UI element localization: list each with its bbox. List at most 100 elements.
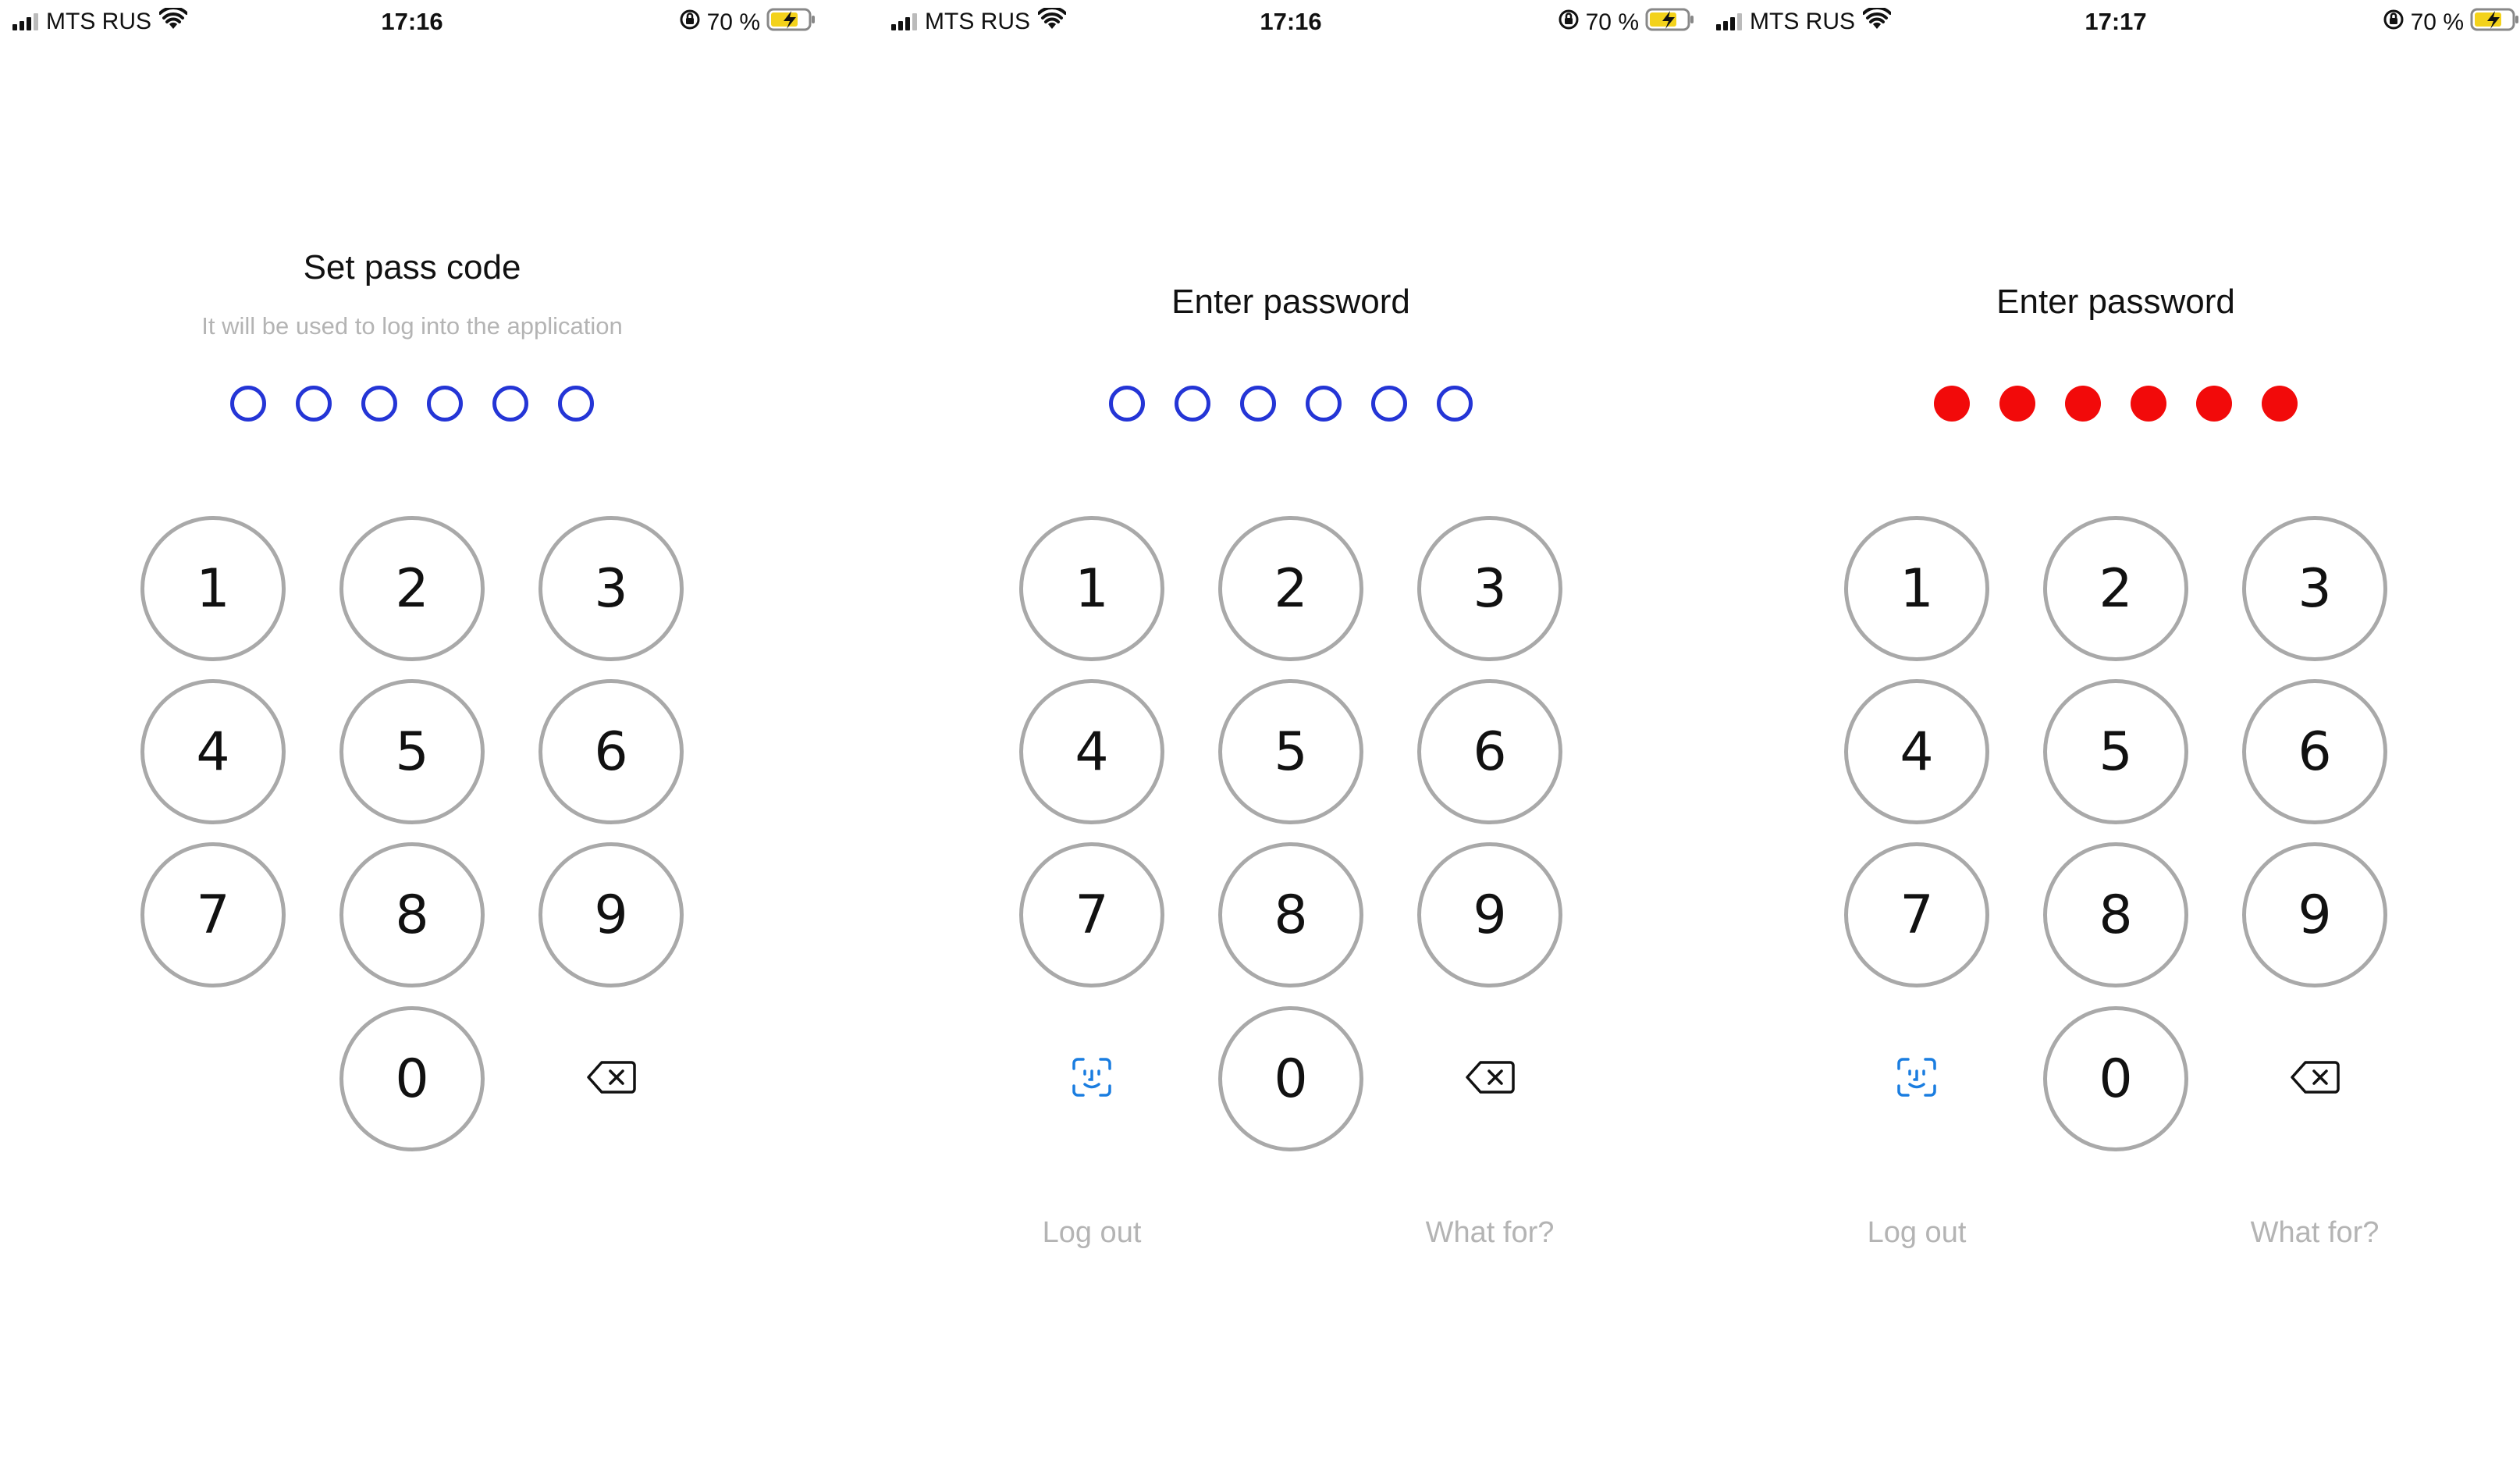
- keypad-key-3[interactable]: 3: [1417, 516, 1562, 661]
- passcode-dot: [1437, 386, 1473, 422]
- keypad-key-5[interactable]: 5: [1218, 679, 1363, 824]
- keypad-key-9[interactable]: 9: [1417, 842, 1562, 987]
- passcode-dot: [1240, 386, 1276, 422]
- passcode-dot: [427, 386, 463, 422]
- carrier-label: MTS RUS: [46, 9, 151, 34]
- keypad-key-3[interactable]: 3: [538, 516, 684, 661]
- status-bar: MTS RUS 17:16 70 %: [0, 5, 840, 39]
- wifi-icon: [1037, 5, 1067, 36]
- carrier-label: MTS RUS: [925, 9, 1030, 34]
- orientation-lock-icon: [1558, 9, 1580, 37]
- keypad-key-6[interactable]: 6: [538, 679, 684, 824]
- phone-screen: MTS RUS 17:17 70 % Enter password 1 2 3 4 5 6 7 8 9 0…: [1704, 0, 2520, 1466]
- keypad-key-2[interactable]: 2: [2043, 516, 2188, 661]
- keypad-key-9[interactable]: 9: [2242, 842, 2387, 987]
- passcode-dot: [230, 386, 266, 422]
- passcode-dots: [230, 386, 594, 422]
- orientation-lock-icon: [2383, 9, 2404, 37]
- passcode-dot: [2131, 386, 2166, 422]
- backspace-icon: [586, 1060, 636, 1098]
- keypad-key-0[interactable]: 0: [1218, 1006, 1363, 1151]
- battery-icon: [766, 8, 816, 37]
- keypad-key-6[interactable]: 6: [2242, 679, 2387, 824]
- keypad-key-2[interactable]: 2: [339, 516, 485, 661]
- passcode-dot: [361, 386, 397, 422]
- status-left: MTS RUS: [12, 5, 188, 36]
- keypad-key-5[interactable]: 5: [339, 679, 485, 824]
- battery-icon: [1645, 8, 1695, 37]
- keypad-key-6[interactable]: 6: [1417, 679, 1562, 824]
- passcode-dot: [1175, 386, 1210, 422]
- page-title: Enter password: [1996, 283, 2235, 321]
- status-time: 17:16: [1260, 8, 1322, 35]
- status-left: MTS RUS: [1716, 5, 1892, 36]
- orientation-lock-icon: [679, 9, 701, 37]
- delete-button[interactable]: [580, 1055, 642, 1102]
- passcode-dot: [1371, 386, 1407, 422]
- keypad-key-4[interactable]: 4: [140, 679, 286, 824]
- keypad-key-2[interactable]: 2: [1218, 516, 1363, 661]
- page-title: Enter password: [1171, 283, 1410, 321]
- page-subtitle: It will be used to log into the applicat…: [201, 312, 623, 340]
- status-bar: MTS RUS 17:17 70 %: [1704, 5, 2520, 39]
- status-right: 70 %: [679, 8, 816, 37]
- face-id-button[interactable]: [1061, 1055, 1123, 1102]
- passcode-dot: [2262, 386, 2298, 422]
- face-id-button[interactable]: [1886, 1055, 1948, 1102]
- signal-icon: [1716, 13, 1742, 30]
- keypad-key-0[interactable]: 0: [2043, 1006, 2188, 1151]
- keypad-key-1[interactable]: 1: [1019, 516, 1164, 661]
- delete-button[interactable]: [1459, 1055, 1521, 1102]
- status-right: 70 %: [2383, 8, 2520, 37]
- backspace-icon: [1465, 1060, 1515, 1098]
- passcode-dots: [1934, 386, 2298, 422]
- keypad-key-8[interactable]: 8: [2043, 842, 2188, 987]
- passcode-dot: [492, 386, 528, 422]
- logout-link[interactable]: Log out: [1868, 1216, 1967, 1250]
- phone-screen: MTS RUS 17:16 70 % Enter password 1 2 3 4 5 6 7 8 9 0…: [879, 0, 1719, 1466]
- status-bar: MTS RUS 17:16 70 %: [879, 5, 1719, 39]
- passcode-dot: [2065, 386, 2101, 422]
- keypad-key-7[interactable]: 7: [1844, 842, 1989, 987]
- battery-label: 70 %: [2410, 9, 2464, 35]
- keypad-key-0[interactable]: 0: [339, 1006, 485, 1151]
- passcode-dot: [296, 386, 332, 422]
- status-time: 17:17: [2085, 8, 2147, 35]
- backspace-icon: [2290, 1060, 2340, 1098]
- phone-screen: MTS RUS 17:16 70 % Set pass code It will be …: [0, 0, 840, 1466]
- passcode-dots: [1109, 386, 1473, 422]
- keypad-key-9[interactable]: 9: [538, 842, 684, 987]
- face-id-icon: [1896, 1057, 1937, 1101]
- page-title: Set pass code: [303, 248, 521, 286]
- battery-label: 70 %: [706, 9, 760, 35]
- keypad-key-7[interactable]: 7: [1019, 842, 1164, 987]
- wifi-icon: [1862, 5, 1892, 36]
- signal-icon: [12, 13, 38, 30]
- keypad-key-8[interactable]: 8: [1218, 842, 1363, 987]
- passcode-dot: [1306, 386, 1342, 422]
- keypad-key-1[interactable]: 1: [1844, 516, 1989, 661]
- keypad-key-1[interactable]: 1: [140, 516, 286, 661]
- delete-button[interactable]: [2284, 1055, 2346, 1102]
- keypad-key-7[interactable]: 7: [140, 842, 286, 987]
- keypad-key-4[interactable]: 4: [1844, 679, 1989, 824]
- passcode-dot: [1109, 386, 1145, 422]
- battery-label: 70 %: [1585, 9, 1639, 35]
- keypad-key-5[interactable]: 5: [2043, 679, 2188, 824]
- what-for-link[interactable]: What for?: [2251, 1216, 2380, 1250]
- passcode-dot: [2196, 386, 2232, 422]
- status-left: MTS RUS: [891, 5, 1067, 36]
- battery-icon: [2470, 8, 2520, 37]
- keypad-key-8[interactable]: 8: [339, 842, 485, 987]
- what-for-link[interactable]: What for?: [1426, 1216, 1555, 1250]
- carrier-label: MTS RUS: [1750, 9, 1855, 34]
- screens-collage: MTS RUS 17:16 70 % Set pass code It will be …: [0, 0, 2520, 1466]
- keypad-key-4[interactable]: 4: [1019, 679, 1164, 824]
- face-id-icon: [1072, 1057, 1112, 1101]
- keypad-key-3[interactable]: 3: [2242, 516, 2387, 661]
- status-time: 17:16: [381, 8, 443, 35]
- status-right: 70 %: [1558, 8, 1695, 37]
- logout-link[interactable]: Log out: [1043, 1216, 1142, 1250]
- passcode-dot: [1999, 386, 2035, 422]
- wifi-icon: [158, 5, 188, 36]
